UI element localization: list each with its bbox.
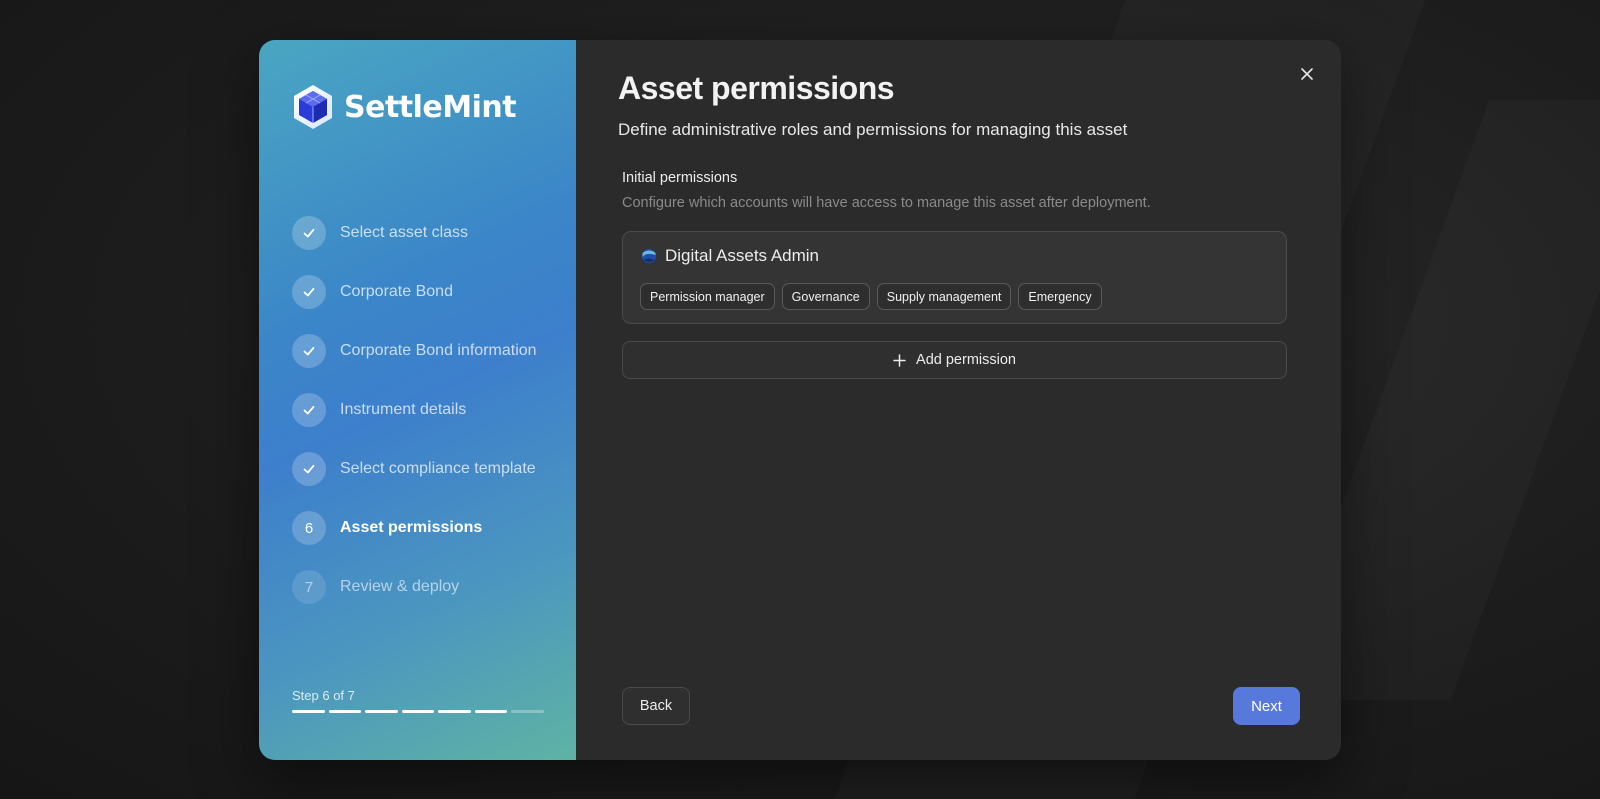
- step-item[interactable]: Corporate Bond: [292, 275, 537, 309]
- wizard-content: Asset permissions Define administrative …: [576, 40, 1341, 760]
- step-item[interactable]: Select asset class: [292, 216, 537, 250]
- create-asset-modal: SettleMint Select asset class Corporate …: [259, 40, 1341, 760]
- close-icon: [1301, 68, 1313, 80]
- add-permission-label: Add permission: [916, 352, 1016, 368]
- check-icon: [292, 216, 326, 250]
- settlemint-logo-icon: [294, 85, 332, 129]
- step-label: Corporate Bond: [340, 283, 453, 300]
- page-subtitle: Define administrative roles and permissi…: [618, 120, 1128, 139]
- section-title: Initial permissions: [622, 170, 738, 186]
- account: Digital Assets Admin: [641, 246, 819, 266]
- wizard-sidebar: SettleMint Select asset class Corporate …: [259, 40, 576, 760]
- progress-bar: [292, 710, 544, 713]
- step-item[interactable]: Select compliance template: [292, 452, 537, 486]
- step-label: Asset permissions: [340, 519, 483, 536]
- role-chips: Permission manager Governance Supply man…: [640, 283, 1102, 310]
- progress-segment: [438, 710, 471, 713]
- progress-segment: [401, 710, 434, 713]
- step-item: 7 Review & deploy: [292, 570, 537, 604]
- step-item-current[interactable]: 6 Asset permissions: [292, 511, 537, 545]
- back-button[interactable]: Back: [622, 687, 690, 725]
- role-chip: Supply management: [876, 283, 1012, 310]
- step-label: Review & deploy: [340, 578, 460, 595]
- check-icon: [292, 334, 326, 368]
- step-label: Instrument details: [340, 401, 467, 418]
- role-chip: Governance: [781, 283, 870, 310]
- role-chip: Emergency: [1018, 283, 1102, 310]
- progress-segment: [365, 710, 398, 713]
- progress-segment: [292, 710, 325, 713]
- account-avatar-icon: [642, 249, 656, 263]
- step-number: 6: [292, 511, 326, 545]
- step-item[interactable]: Corporate Bond information: [292, 334, 537, 368]
- step-progress: Step 6 of 7: [292, 688, 544, 713]
- section-description: Configure which accounts will have acces…: [622, 195, 1151, 211]
- role-chip: Permission manager: [640, 283, 775, 310]
- progress-segment: [328, 710, 361, 713]
- plus-icon: [893, 353, 906, 367]
- progress-segment: [511, 710, 544, 713]
- step-count-text: Step 6 of 7: [292, 688, 355, 703]
- step-number: 7: [292, 570, 326, 604]
- step-label: Select asset class: [340, 224, 469, 241]
- step-label: Select compliance template: [340, 460, 536, 477]
- wizard-steps: Select asset class Corporate Bond Corpor…: [292, 216, 537, 629]
- next-button[interactable]: Next: [1233, 687, 1300, 725]
- progress-segment: [474, 710, 507, 713]
- brand-logo: SettleMint: [292, 84, 517, 130]
- step-item[interactable]: Instrument details: [292, 393, 537, 427]
- account-name: Digital Assets Admin: [665, 246, 820, 265]
- page-title: Asset permissions: [618, 70, 895, 106]
- add-permission-button[interactable]: Add permission: [622, 341, 1287, 379]
- check-icon: [292, 393, 326, 427]
- check-icon: [292, 452, 326, 486]
- step-label: Corporate Bond information: [340, 342, 537, 359]
- brand-name: SettleMint: [344, 89, 517, 125]
- check-icon: [292, 275, 326, 309]
- permission-card[interactable]: Digital Assets Admin Permission manager …: [622, 231, 1287, 324]
- close-button[interactable]: [1297, 64, 1317, 84]
